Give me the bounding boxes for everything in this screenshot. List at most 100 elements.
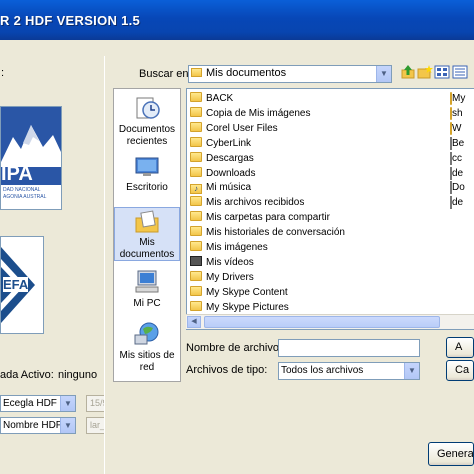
title-bar: R 2 HDF VERSION 1.5 <box>0 0 474 40</box>
desktop-icon <box>135 157 159 176</box>
file-item-name: Mis carpetas para compartir <box>206 212 330 224</box>
music-folder-icon: ♪ <box>190 184 202 195</box>
file-item[interactable]: Mis imágenes <box>190 240 268 255</box>
logo-upa-subtitle-2: AGONIA AUSTRAL <box>3 194 47 200</box>
folder-icon <box>191 68 202 77</box>
place-my-computer[interactable]: Mi PC <box>114 269 180 313</box>
file-item-name: Mis archivos recibidos <box>206 197 305 209</box>
place-desktop[interactable]: Escritorio <box>114 155 180 199</box>
lookin-label: Buscar en: <box>139 68 192 80</box>
new-folder-icon[interactable] <box>417 64 433 80</box>
file-item[interactable]: CyberLink <box>190 136 251 151</box>
file-item-name: cc <box>452 152 462 164</box>
file-item[interactable]: cc <box>450 151 462 166</box>
place-recent[interactable]: Documentos recientes <box>114 95 180 147</box>
active-value: ninguno <box>58 369 98 381</box>
filename-input[interactable] <box>278 339 420 357</box>
logo-efa: EFA <box>0 236 44 334</box>
file-item[interactable]: sh <box>450 106 463 121</box>
file-list: BACK Copia de Mis imágenes Corel User File… <box>186 88 474 330</box>
my-documents-icon <box>135 210 159 233</box>
place-my-documents[interactable]: Mis documentos <box>114 207 180 261</box>
file-item-name: My Skype Pictures <box>206 301 289 313</box>
place-network[interactable]: Mis sitios de red <box>114 321 180 377</box>
file-item[interactable]: My <box>450 91 465 106</box>
file-item-name: My Skype Content <box>206 286 288 298</box>
window-title: R 2 HDF VERSION 1.5 <box>0 13 141 28</box>
filetype-select[interactable]: Todos los archivos ▼ <box>278 362 420 380</box>
file-item[interactable]: Corel User Files <box>190 121 278 136</box>
up-folder-icon[interactable] <box>400 64 416 80</box>
generate-button-label: Generar <box>437 448 474 460</box>
file-item[interactable]: de <box>450 166 463 181</box>
place-desktop-label: Escritorio <box>126 182 168 193</box>
file-item[interactable]: My Skype Pictures <box>190 300 289 315</box>
file-item[interactable]: Mis vídeos <box>190 255 254 270</box>
file-item[interactable]: Be <box>450 136 464 151</box>
file-item[interactable]: My Drivers <box>190 270 254 285</box>
filename-label: Nombre de archivo: <box>186 342 282 354</box>
file-item-name: Copia de Mis imágenes <box>206 107 311 119</box>
horizontal-scrollbar[interactable]: ◀ <box>186 314 474 329</box>
file-item[interactable]: Downloads <box>190 166 255 181</box>
lookin-value: Mis documentos <box>206 67 287 79</box>
file-item[interactable]: BACK <box>190 91 233 106</box>
chevron-down-icon[interactable]: ▼ <box>60 418 75 433</box>
filetype-value: Todos los archivos <box>281 365 364 376</box>
filetype-label: Archivos de tipo: <box>186 364 268 376</box>
folder-icon <box>190 196 202 207</box>
folder-icon <box>450 121 452 135</box>
scroll-thumb[interactable] <box>204 316 440 328</box>
folder-icon <box>190 270 202 281</box>
file-item-name: CyberLink <box>206 137 252 149</box>
file-item-name: Mis historiales de conversación <box>206 227 345 239</box>
place-recent-label: Documentos recientes <box>118 124 176 147</box>
folder-icon <box>450 92 452 105</box>
chevron-down-icon[interactable]: ▼ <box>376 66 391 82</box>
folder-icon <box>190 92 202 102</box>
file-item-name: Descargas <box>206 152 254 164</box>
file-item-name: My <box>452 93 466 104</box>
file-item-name: Mi música <box>206 182 252 194</box>
place-network-label: Mis sitios de red <box>119 350 175 373</box>
file-item[interactable]: Do <box>450 180 465 195</box>
file-item[interactable]: Mis historiales de conversación <box>190 225 345 240</box>
place-my-computer-label: Mi PC <box>133 298 161 309</box>
file-item[interactable]: Descargas <box>190 151 254 166</box>
active-label: ada Activo: <box>0 369 54 381</box>
folder-icon <box>190 166 202 177</box>
my-computer-icon <box>135 270 159 293</box>
cancel-button[interactable]: Ca <box>446 360 474 381</box>
chevron-down-icon[interactable]: ▼ <box>404 363 419 379</box>
folder-icon <box>190 226 202 237</box>
file-item[interactable]: Mis archivos recibidos <box>190 195 304 210</box>
file-item[interactable]: W <box>450 121 461 136</box>
format-select-2[interactable]: Nombre HDF ▼ <box>0 417 76 434</box>
file-item-name: Be <box>452 137 465 149</box>
tools-icon[interactable] <box>452 64 468 80</box>
file-item[interactable]: Mis carpetas para compartir <box>190 210 330 225</box>
file-item-name: Corel User Files <box>206 122 278 134</box>
format-select-2-value: Nombre HDF <box>3 420 62 431</box>
open-button[interactable]: A <box>446 337 474 358</box>
file-item[interactable]: My Skype Content <box>190 285 288 300</box>
places-bar: Documentos recientes Escritorio Mis docu… <box>113 88 181 382</box>
section-label: : <box>1 67 5 79</box>
generate-button[interactable]: Generar <box>428 442 474 466</box>
views-icon[interactable] <box>434 64 450 80</box>
file-item[interactable]: Copia de Mis imágenes <box>190 106 311 121</box>
folder-icon <box>190 300 202 311</box>
scroll-left-icon[interactable]: ◀ <box>187 316 201 328</box>
file-item-name: de <box>452 197 464 209</box>
format-select-1[interactable]: Ecegla HDF ▼ <box>0 395 76 412</box>
format-select-1-value: Ecegla HDF <box>3 398 57 409</box>
chevron-down-icon[interactable]: ▼ <box>60 396 75 411</box>
folder-icon <box>190 121 202 132</box>
cancel-button-label: Ca <box>455 364 470 376</box>
folder-icon <box>450 106 452 120</box>
file-item[interactable]: ♪ Mi música <box>190 180 251 195</box>
lookin-select[interactable]: Mis documentos ▼ <box>188 65 392 83</box>
file-item[interactable]: de <box>450 195 463 210</box>
folder-icon <box>190 241 202 251</box>
logo-upa-subtitle-1: DAD NACIONAL <box>3 187 41 193</box>
